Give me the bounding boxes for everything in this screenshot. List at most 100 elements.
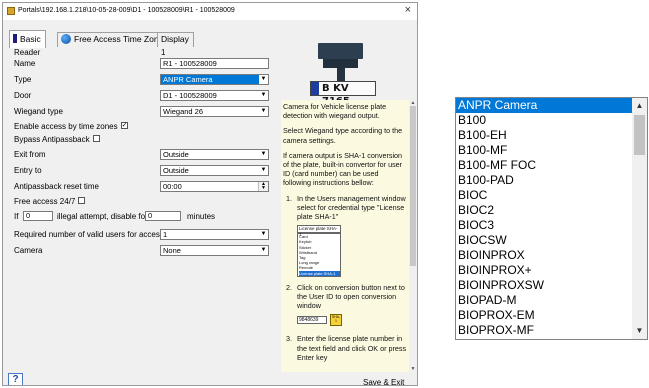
save-exit-button[interactable]: Save & Exit xyxy=(363,378,404,385)
chevron-down-icon[interactable]: ▼ xyxy=(259,150,268,159)
dropdown-scrollbar[interactable]: ▲ ▼ xyxy=(632,98,647,339)
bypass-antipassback-checkbox[interactable] xyxy=(92,135,100,143)
free-access-label: Free access 24/7 xyxy=(14,197,86,206)
if-label: If xyxy=(14,212,19,221)
chevron-down-icon[interactable]: ▼ xyxy=(259,75,268,84)
type-option-bioinprox[interactable]: BIOINPROX xyxy=(456,248,647,263)
help-paragraph-3: If camera output is SHA-1 conversion of … xyxy=(283,150,403,188)
type-option-biocsw[interactable]: BIOCSW xyxy=(456,233,647,248)
type-option-bioc3[interactable]: BIOC3 xyxy=(456,218,647,233)
type-option-bioinprox-plus[interactable]: BIOINPROX+ xyxy=(456,263,647,278)
help-step-3: 3. Enter the license plate number in the… xyxy=(283,334,408,362)
door-select-value: D1 - 100528009 xyxy=(163,91,217,100)
help-scroll-thumb[interactable] xyxy=(410,106,416,266)
title-bar: Portals\192.168.1.218\10-05-28-009\D1 - … xyxy=(3,3,417,20)
tab-basic[interactable]: Basic xyxy=(9,30,46,48)
enable-timezones-label: Enable access by time zones ✓ xyxy=(14,122,128,131)
scroll-down-icon[interactable]: ▼ xyxy=(409,366,417,372)
disable-minutes-input[interactable]: 0 xyxy=(145,211,181,221)
tab-display[interactable]: Display xyxy=(157,32,194,47)
wiegand-type-label: Wiegand type xyxy=(14,107,63,116)
type-option-anpr-camera[interactable]: ANPR Camera xyxy=(456,98,647,113)
step-3-text: Enter the license plate number in the te… xyxy=(297,334,407,362)
exit-from-value: Outside xyxy=(163,150,189,159)
camera-icon xyxy=(318,43,363,59)
mini-list-item-selected: License plate SHA-1 xyxy=(299,270,340,276)
free-access-checkbox[interactable] xyxy=(78,197,86,205)
credential-type-combo-image: License plate SHA-1 xyxy=(297,225,341,237)
time-spinner[interactable]: ▲ ▼ xyxy=(258,182,268,191)
type-option-bioprox-mf[interactable]: BIOPROX-MF xyxy=(456,323,647,338)
type-option-b100-eh[interactable]: B100-EH xyxy=(456,128,647,143)
type-option-bioinproxsw[interactable]: BIOINPROXSW xyxy=(456,278,647,293)
door-label: Door xyxy=(14,91,32,100)
bypass-antipassback-label: Bypass Antipassback xyxy=(14,135,100,144)
chevron-down-icon[interactable]: ▼ xyxy=(259,230,268,239)
type-label: Type xyxy=(14,75,32,84)
required-users-value: 1 xyxy=(163,230,168,239)
help-content: Camera for Vehicle license plate detecti… xyxy=(283,102,408,366)
type-option-bioc2[interactable]: BIOC2 xyxy=(456,203,647,218)
tab-free-access-time-zones[interactable]: Free Access Time Zones xyxy=(57,32,173,47)
help-scrollbar[interactable]: ▲ ▼ xyxy=(409,100,417,372)
camera-value: None xyxy=(163,246,181,255)
type-option-b100[interactable]: B100 xyxy=(456,113,647,128)
help-paragraph-2: Select Wiegand type according to the cam… xyxy=(283,126,403,145)
reader-type-dropdown-list[interactable]: ANPR Camera B100 B100-EH B100-MF B100-MF… xyxy=(455,97,648,340)
required-users-label: Required number of valid users for acces… xyxy=(14,230,164,239)
name-label: Name xyxy=(14,59,36,68)
type-select-value: ANPR Camera xyxy=(163,75,213,84)
illegal-attempts-input[interactable]: 0 xyxy=(23,211,53,221)
wiegand-type-value: Wiegand 26 xyxy=(163,107,204,116)
exit-from-label: Exit from xyxy=(14,150,46,159)
type-select[interactable]: ANPR Camera ▼ xyxy=(160,74,269,85)
exit-from-select[interactable]: Outside ▼ xyxy=(160,149,269,160)
required-users-select[interactable]: 1 ▼ xyxy=(160,229,269,240)
illegal-attempt-label: illegal attempt, disable for xyxy=(57,212,148,221)
entry-to-value: Outside xyxy=(163,166,189,175)
eu-flag-icon xyxy=(311,82,319,95)
type-option-bioprox-em[interactable]: BIOPROX-EM xyxy=(456,308,647,323)
chevron-down-icon[interactable]: ▼ xyxy=(259,91,268,100)
camera-select[interactable]: None ▼ xyxy=(160,245,269,256)
name-input[interactable]: R1 - 100528009 xyxy=(160,58,269,69)
wiegand-type-select[interactable]: Wiegand 26 ▼ xyxy=(160,106,269,117)
license-plate: B KV 7165 xyxy=(310,81,376,107)
step-1-text: In the Users management window select fo… xyxy=(297,193,406,222)
dropdown-scroll-thumb[interactable] xyxy=(634,115,645,155)
help-button[interactable]: ? xyxy=(8,373,23,385)
close-icon[interactable]: × xyxy=(405,4,411,16)
help-panel: Camera for Vehicle license plate detecti… xyxy=(281,100,417,372)
help-paragraph-1: Camera for Vehicle license plate detecti… xyxy=(283,102,387,121)
camera-mount-shape xyxy=(337,68,345,81)
scroll-down-icon[interactable]: ▼ xyxy=(632,323,647,339)
basic-form: Reader 1 Name R1 - 100528009 Type ANPR C… xyxy=(9,48,273,370)
sha1-button-image: SHA-1 xyxy=(330,314,342,327)
antipassback-reset-time-input[interactable]: 00:00 ▲ ▼ xyxy=(160,181,269,192)
scroll-up-icon[interactable]: ▲ xyxy=(632,98,647,114)
step-1-number: 1. xyxy=(286,193,292,203)
chevron-down-icon[interactable]: ▼ xyxy=(259,246,268,255)
help-step-2: 2. Click on conversion button next to th… xyxy=(283,283,408,311)
enable-timezones-checkbox[interactable]: ✓ xyxy=(120,122,128,130)
type-option-biopad-m[interactable]: BIOPAD-M xyxy=(456,293,647,308)
chevron-down-icon[interactable]: ▼ xyxy=(259,107,268,116)
step-2-text: Click on conversion button next to the U… xyxy=(297,282,405,311)
window-title: Portals\192.168.1.218\10-05-28-009\D1 - … xyxy=(18,7,235,14)
type-option-b100-mf[interactable]: B100-MF xyxy=(456,143,647,158)
basic-icon xyxy=(13,34,17,44)
reader-label: Reader xyxy=(14,48,41,57)
chevron-down-icon[interactable]: ▼ xyxy=(259,166,268,175)
type-option-bioc[interactable]: BIOC xyxy=(456,188,647,203)
antipassback-reset-label: Antipassback reset time xyxy=(14,182,99,191)
type-option-b100-mf-foc[interactable]: B100-MF FOC xyxy=(456,158,647,173)
camera-label: Camera xyxy=(14,246,43,255)
globe-icon xyxy=(61,33,71,44)
door-select[interactable]: D1 - 100528009 ▼ xyxy=(160,90,269,101)
tab-free-access-label: Free Access Time Zones xyxy=(74,34,168,44)
type-option-b100-pad[interactable]: B100-PAD xyxy=(456,173,647,188)
conversion-example-input: 9848639 xyxy=(297,316,327,325)
entry-to-select[interactable]: Outside ▼ xyxy=(160,165,269,176)
tab-basic-label: Basic xyxy=(20,34,41,44)
bypass-antipassback-text: Bypass Antipassback xyxy=(14,135,90,144)
